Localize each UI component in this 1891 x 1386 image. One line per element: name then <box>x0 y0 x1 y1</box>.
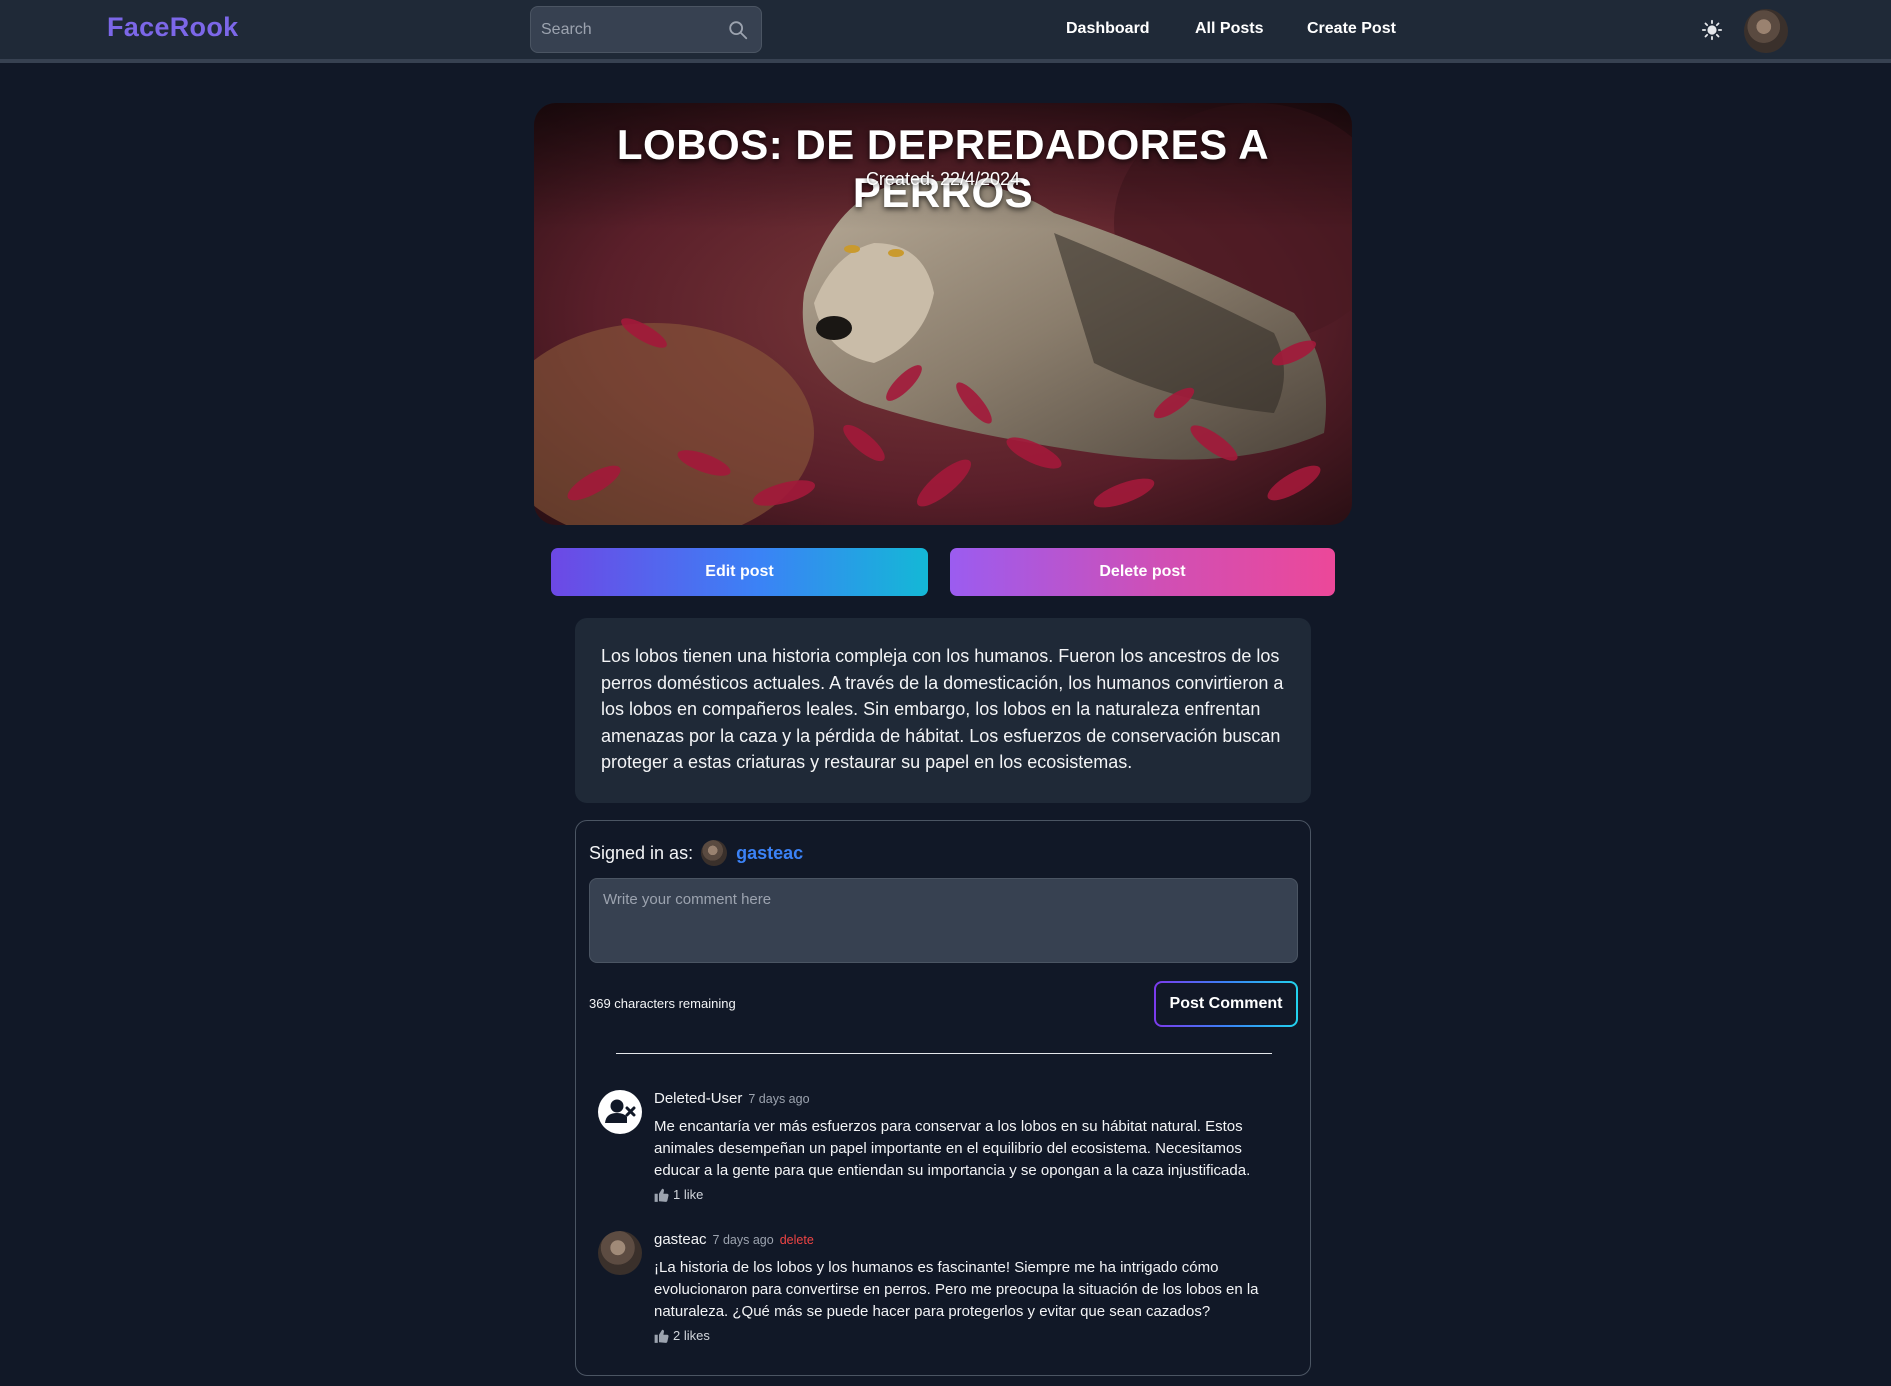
comment-avatar <box>598 1231 642 1275</box>
deleted-user-avatar <box>598 1090 642 1134</box>
comment-text: Me encantaría ver más esfuerzos para con… <box>654 1118 1251 1179</box>
like-count: 1 like <box>673 1187 704 1202</box>
comment-text: ¡La historia de los lobos y los humanos … <box>654 1259 1259 1320</box>
comment-author: Deleted-User <box>654 1090 743 1107</box>
signed-in-username[interactable]: gasteac <box>736 843 803 864</box>
like-count: 2 likes <box>673 1328 710 1343</box>
thumbs-up-icon[interactable] <box>654 1188 669 1202</box>
comments-section: Signed in as: gasteac 369 characters rem… <box>575 820 1311 1376</box>
signed-in-avatar <box>701 840 728 866</box>
comment-body: gasteac 7 days ago delete ¡La historia de … <box>654 1231 1284 1343</box>
characters-remaining: 369 characters remaining <box>589 996 736 1011</box>
nav-create-post[interactable]: Create Post <box>1307 20 1396 38</box>
comment-header: gasteac 7 days ago delete <box>654 1231 1284 1253</box>
signed-in-label: Signed in as: <box>589 842 694 863</box>
delete-post-button[interactable]: Delete post <box>950 548 1335 596</box>
comment-textarea[interactable] <box>589 878 1298 963</box>
comment-author: gasteac <box>654 1231 707 1248</box>
sun-icon[interactable] <box>1701 19 1723 41</box>
like-button[interactable]: 1 like <box>654 1187 1284 1202</box>
delete-comment-link[interactable]: delete <box>780 1233 814 1247</box>
comment-time: 7 days ago <box>712 1233 774 1247</box>
comment-header: Deleted-User 7 days ago <box>654 1090 1284 1112</box>
post-hero-image: LOBOS: DE DEPREDADORES A PERROS Created:… <box>534 103 1352 525</box>
search-box[interactable] <box>530 6 762 53</box>
user-avatar[interactable] <box>1744 9 1788 53</box>
comment-body: Deleted-User 7 days ago Me encantaría ver… <box>654 1090 1284 1202</box>
navbar: FaceRook Dashboard All Posts Create Post <box>0 0 1891 63</box>
brand-logo[interactable]: FaceRook <box>107 12 238 43</box>
user-x-icon <box>605 1099 636 1123</box>
like-button[interactable]: 2 likes <box>654 1328 1284 1343</box>
post-created-date: Created: 22/4/2024 <box>865 169 1021 189</box>
signed-in-indicator: Signed in as: gasteac <box>589 837 803 869</box>
search-icon[interactable] <box>727 19 749 41</box>
nav-dashboard[interactable]: Dashboard <box>1066 20 1150 38</box>
comment-time: 7 days ago <box>748 1092 810 1106</box>
search-input[interactable] <box>541 7 721 52</box>
post-body: Los lobos tienen una historia compleja c… <box>601 646 1284 773</box>
edit-post-button[interactable]: Edit post <box>551 548 928 596</box>
post-content-card: Los lobos tienen una historia compleja c… <box>575 618 1311 803</box>
nav-all-posts[interactable]: All Posts <box>1195 20 1263 38</box>
thumbs-up-icon[interactable] <box>654 1329 669 1343</box>
divider <box>616 1053 1272 1054</box>
post-comment-button[interactable]: Post Comment <box>1154 981 1298 1027</box>
